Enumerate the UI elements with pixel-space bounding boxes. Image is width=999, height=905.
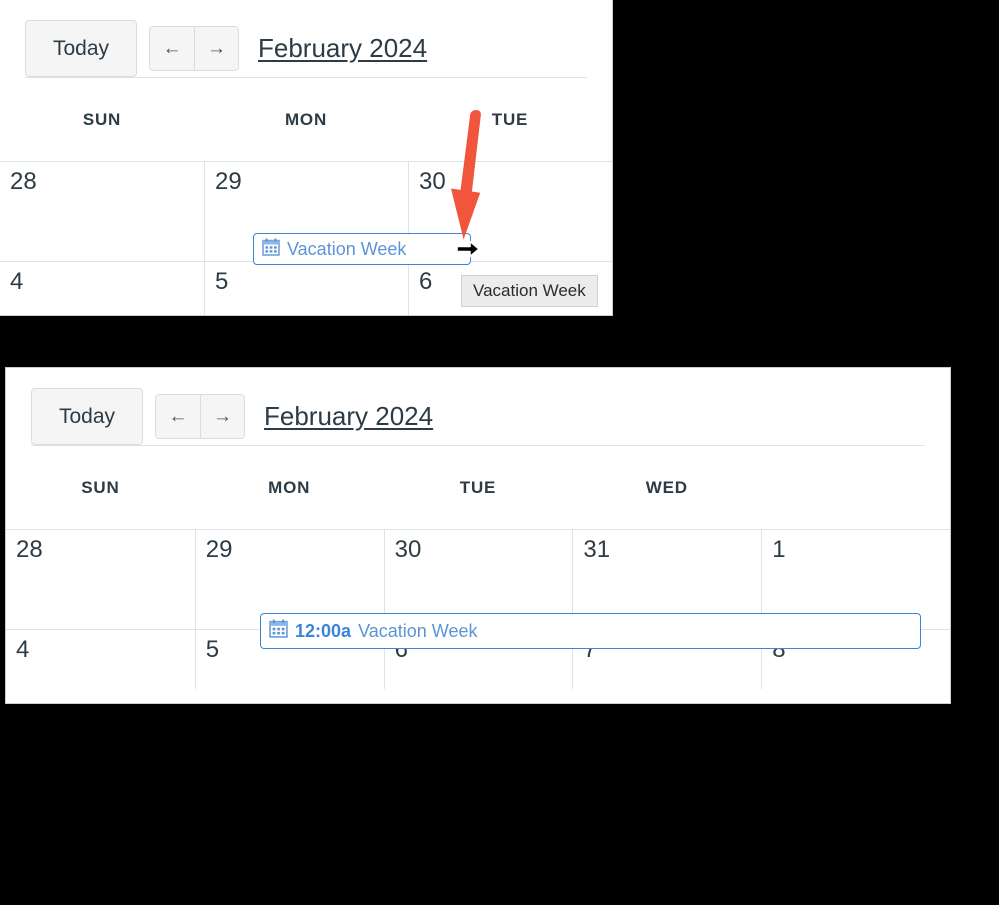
weekday-header-sun: SUN: [81, 477, 120, 497]
calendar-month-title[interactable]: February 2024: [264, 401, 433, 432]
day-number: 28: [10, 168, 37, 195]
day-cell[interactable]: 4: [0, 262, 204, 315]
day-number: 28: [16, 536, 43, 563]
next-month-button[interactable]: →: [194, 26, 238, 70]
day-cell[interactable]: 5: [204, 262, 408, 315]
event-title: Vacation Week: [358, 620, 478, 641]
month-nav-group: ← →: [155, 393, 245, 439]
tooltip-text: Vacation Week: [473, 281, 586, 300]
day-number: 4: [10, 268, 24, 295]
today-button[interactable]: Today: [25, 19, 137, 77]
day-cell[interactable]: 4: [6, 630, 195, 689]
today-button[interactable]: Today: [31, 387, 143, 445]
calendar-grid-bottom: 28 29 30 31 1 4 5 6 7 8: [6, 529, 950, 689]
calendar-icon: [262, 238, 280, 261]
day-number: 30: [394, 536, 422, 563]
weekday-header-mon: MON: [284, 109, 328, 129]
day-number: 31: [583, 536, 611, 563]
weekday-header-mon: MON: [268, 477, 311, 497]
calendar-toolbar-bottom: Today ← → February 2024: [6, 368, 950, 445]
weekday-header-wed: WED: [645, 477, 688, 497]
calendar-panel-top: Today ← → February 2024 SUN MON TUE 28 29 30…: [0, 0, 613, 316]
day-cell[interactable]: 28: [6, 530, 195, 629]
day-number: 5: [215, 268, 229, 295]
calendar-event-vacation-week[interactable]: Vacation Week: [253, 233, 471, 265]
previous-month-button[interactable]: ←: [156, 394, 200, 438]
day-number: 1: [772, 536, 786, 563]
calendar-icon: [269, 619, 288, 643]
calendar-panel-bottom: Today ← → February 2024 SUN MON TUE WED 28 2…: [5, 367, 951, 704]
weekday-header-tue: TUE: [459, 477, 497, 497]
next-month-button[interactable]: →: [200, 394, 244, 438]
screenshot-stage: Today ← → February 2024 SUN MON TUE 28 29 30…: [0, 0, 999, 905]
calendar-toolbar-top: Today ← → February 2024: [0, 0, 612, 77]
event-title: Vacation Week: [287, 238, 407, 259]
day-number: 29: [205, 536, 233, 563]
weekday-header-tue: TUE: [491, 109, 529, 129]
event-tooltip: Vacation Week: [461, 275, 598, 307]
month-nav-group: ← →: [149, 25, 239, 71]
calendar-month-title[interactable]: February 2024: [258, 33, 427, 64]
weekday-header-row-top: SUN MON TUE: [0, 78, 612, 161]
day-cell[interactable]: 28: [0, 162, 204, 261]
previous-month-button[interactable]: ←: [150, 26, 194, 70]
weekday-header-sun: SUN: [82, 109, 122, 129]
day-number: 29: [215, 168, 242, 195]
day-number: 30: [419, 168, 446, 195]
event-time: 12:00a: [295, 620, 352, 641]
day-number: 4: [16, 636, 30, 663]
calendar-event-vacation-week[interactable]: 12:00a Vacation Week: [260, 613, 921, 649]
weekday-header-row-bottom: SUN MON TUE WED: [6, 446, 950, 529]
